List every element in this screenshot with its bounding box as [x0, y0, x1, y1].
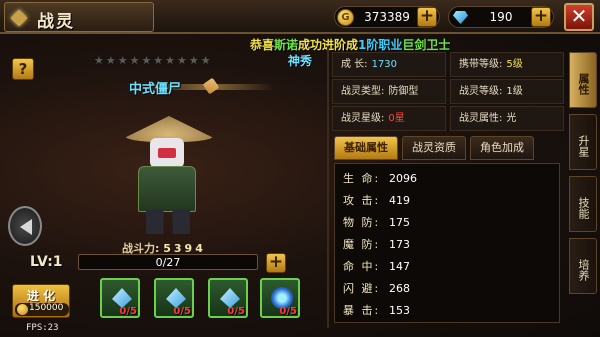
gold-coin-icon: G — [337, 9, 354, 26]
pencil-icon[interactable] — [202, 77, 220, 95]
side-tab-cultivate[interactable]: 培养 — [569, 238, 597, 294]
material-count: 0/5 — [227, 306, 245, 317]
gold-counter: G 373389 + — [334, 6, 440, 28]
stat-value: 153 — [389, 304, 410, 317]
info-carry-level: 携带等级: 5级 — [450, 52, 564, 77]
stat-row: 生 命: 2096 — [343, 170, 417, 190]
page-title: 战灵 — [37, 12, 75, 32]
stat-row: 魔 防: 173 — [343, 236, 410, 256]
crystal-gem-icon — [220, 288, 240, 308]
evolve-cost-value: 150000 — [29, 303, 64, 313]
help-button[interactable]: ? — [12, 58, 34, 80]
stat-name: 生 命: — [343, 172, 381, 185]
stat-row: 闪 避: 268 — [343, 280, 410, 300]
stat-name: 攻 击: — [343, 194, 381, 207]
info-spirit-level: 战灵等级: 1级 — [450, 79, 564, 104]
info-value: 5级 — [506, 59, 523, 70]
level-label: LV:1 — [30, 254, 63, 270]
info-value: 1730 — [371, 59, 398, 70]
crystal-gem-icon — [166, 288, 186, 308]
info-attribute: 战灵属性: 光 — [450, 106, 564, 131]
close-button[interactable]: ✕ — [564, 3, 594, 31]
add-gems-button[interactable]: + — [531, 7, 551, 27]
zombie-body — [138, 166, 196, 212]
material-count: 0/5 — [279, 306, 297, 317]
tab-basic-attributes[interactable]: 基础属性 — [334, 136, 398, 160]
crystal-gem-icon — [112, 288, 132, 308]
info-label: 战灵类型: — [341, 86, 385, 97]
stat-name: 暴 击: — [343, 304, 381, 317]
stat-row: 攻 击: 419 — [343, 192, 410, 212]
info-label: 战灵属性: — [459, 113, 503, 124]
info-label: 成 长: — [341, 59, 368, 70]
info-value: 1级 — [506, 86, 523, 97]
gold-coin-icon — [17, 304, 28, 315]
diamond-gem-icon — [453, 11, 468, 24]
evolve-button[interactable]: 进 化 150000 — [12, 284, 70, 318]
stat-value: 419 — [389, 194, 410, 207]
evolve-label: 进 化 — [26, 289, 56, 303]
stat-value: 175 — [389, 216, 410, 229]
add-exp-button[interactable]: + — [266, 253, 286, 273]
info-type: 战灵类型: 防御型 — [332, 79, 446, 104]
tab-role-bonus[interactable]: 角色加成 — [470, 136, 534, 160]
zombie-legs — [146, 210, 190, 234]
gold-value: 373389 — [364, 10, 410, 24]
material-slot-2[interactable]: 0/5 — [154, 278, 194, 318]
stat-name: 物 防: — [343, 216, 381, 229]
gem-value: 190 — [489, 10, 513, 24]
info-star-level: 战灵星级: 0星 — [332, 106, 446, 131]
game-window: 战灵 G 373389 + 190 + ✕ 恭喜斯诺成功进阶成1阶职业巨剑卫士 … — [0, 0, 600, 337]
spirit-name: 中式僵尸 — [129, 82, 182, 97]
spirit-name-row: 中式僵尸 — [129, 77, 220, 97]
spirit-character-model — [114, 108, 224, 238]
side-tab-skills[interactable]: 技能 — [569, 176, 597, 232]
stat-value: 147 — [389, 260, 410, 273]
previous-spirit-arrow-icon[interactable] — [8, 206, 42, 246]
material-count: 0/5 — [173, 306, 191, 317]
material-count: 0/5 — [119, 306, 137, 317]
info-label: 战灵星级: — [341, 113, 385, 124]
info-value: 光 — [506, 113, 517, 124]
material-slot-3[interactable]: 0/5 — [208, 278, 248, 318]
info-value: 防御型 — [388, 86, 419, 97]
diamond-icon — [10, 9, 28, 27]
evolve-cost: 150000 — [15, 303, 69, 316]
stat-row: 暴 击: 153 — [343, 302, 410, 322]
spirit-info-grid: 成 长: 1730 携带等级: 5级 战灵类型: 防御型 战灵等级: 1级 战灵星级: 0… — [332, 52, 564, 132]
info-label: 战灵等级: — [459, 86, 503, 97]
info-growth: 成 长: 1730 — [332, 52, 446, 77]
stat-value: 2096 — [389, 172, 417, 185]
exp-text: 0/27 — [155, 256, 181, 269]
stat-row: 物 防: 175 — [343, 214, 410, 234]
exp-bar: 0/27 — [78, 254, 258, 270]
spirit-display-panel: ? ★★★★★★★★★★ 中式僵尸 战斗力: 5394 LV:1 0/27 + … — [4, 46, 326, 328]
material-slot-1[interactable]: 0/5 — [100, 278, 140, 318]
stat-name: 闪 避: — [343, 282, 381, 295]
material-slot-4[interactable]: 0/5 — [260, 278, 300, 318]
stat-value: 173 — [389, 238, 410, 251]
stat-name: 魔 防: — [343, 238, 381, 251]
stat-name: 命 中: — [343, 260, 381, 273]
title-plate: 战灵 — [4, 2, 154, 32]
add-gold-button[interactable]: + — [417, 7, 437, 27]
announce-rank: 1阶职业 — [358, 38, 403, 52]
stat-value: 268 — [389, 282, 410, 295]
zombie-face — [150, 138, 184, 168]
stats-panel: 生 命: 2096 攻 击: 419 物 防: 175 魔 防: 173 命 中: 147… — [334, 163, 560, 323]
side-tab-star-up[interactable]: 升星 — [569, 114, 597, 170]
gem-counter: 190 + — [448, 6, 554, 28]
panel-divider — [327, 46, 329, 328]
tab-spirit-aptitude[interactable]: 战灵资质 — [402, 136, 466, 160]
info-label: 携带等级: — [459, 59, 503, 70]
fps-counter: FPS:23 — [26, 323, 59, 333]
star-rating: ★★★★★★★★★★ — [94, 54, 213, 67]
side-tab-attributes[interactable]: 属性 — [569, 52, 597, 108]
announce-item: 巨剑卫士 — [402, 38, 451, 52]
top-bar: 战灵 G 373389 + 190 + ✕ — [0, 0, 600, 34]
stat-row: 命 中: 147 — [343, 258, 410, 278]
info-value: 0星 — [388, 113, 405, 124]
